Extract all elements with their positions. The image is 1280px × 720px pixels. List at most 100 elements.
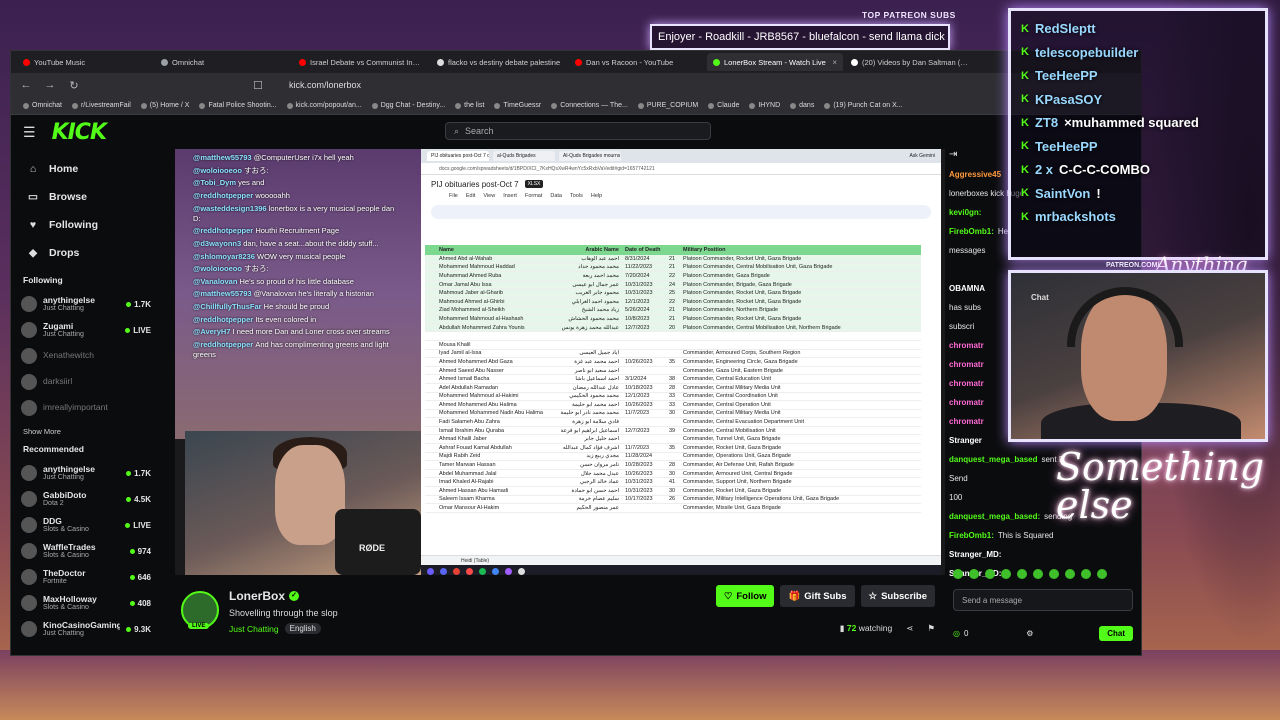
- video-player[interactable]: @matthew55793 @ComputerUser i7x hell yea…: [175, 149, 945, 575]
- emote-icon[interactable]: [1065, 569, 1075, 579]
- chat-message: @reddhotpepper Its even colored in: [193, 315, 403, 325]
- browser-tab[interactable]: Dan vs Racoon - YouTube: [569, 53, 705, 71]
- cell-date: 10/17/2023: [625, 496, 653, 503]
- emote-icon[interactable]: [1081, 569, 1091, 579]
- emote-icon[interactable]: [1033, 569, 1043, 579]
- browser-tab[interactable]: YouTube Music: [17, 53, 153, 71]
- chat-username[interactable]: OBAMNA: [949, 284, 985, 293]
- show-more-link[interactable]: Show More: [23, 427, 149, 436]
- bookmark-item[interactable]: kick.com/popout/an...: [286, 102, 362, 109]
- nav-label: Drops: [49, 247, 80, 259]
- channel-item[interactable]: TheDoctor Fortnite 646: [21, 564, 151, 590]
- reload-icon[interactable]: ↻: [67, 79, 81, 92]
- chat-send-button[interactable]: Chat: [1099, 625, 1133, 641]
- channel-item[interactable]: anythingelse Just Chatting 1.7K: [21, 291, 151, 317]
- gift-subs-button[interactable]: 🎁 Gift Subs: [780, 585, 855, 607]
- kick-logo[interactable]: KICK: [52, 120, 107, 145]
- cell-arabic: فادي سلامة ابو زهرة: [572, 419, 619, 426]
- share-icon[interactable]: ⋖: [906, 623, 913, 634]
- chat-username: @matthew55793: [193, 289, 254, 299]
- channel-item[interactable]: Xenathewitch: [21, 343, 151, 369]
- search-input[interactable]: ⌕ Search: [445, 122, 711, 140]
- chat-username[interactable]: chromatr: [949, 379, 984, 388]
- bookmark-item[interactable]: Claude: [708, 102, 739, 109]
- bookmark-item[interactable]: dans: [790, 102, 814, 109]
- browser-tab[interactable]: (20) Videos by Dan Saltman (@dan: [845, 53, 981, 71]
- subscribe-button[interactable]: ☆ Subscribe: [860, 585, 935, 607]
- chat-username[interactable]: danquest_mega_based: [949, 455, 1037, 464]
- follow-button[interactable]: ♡ Follow: [715, 585, 775, 607]
- follow-label: Follow: [736, 590, 767, 602]
- chat-text: すおろ:: [244, 165, 269, 175]
- streamer-name[interactable]: LonerBox ✓: [229, 589, 300, 603]
- avatar: [21, 322, 37, 338]
- channel-item[interactable]: MaxHolloway Slots & Casino 408: [21, 590, 151, 616]
- chat-username: @reddhotpepper: [193, 314, 256, 324]
- bookmark-item[interactable]: IHYND: [749, 102, 780, 109]
- bookmark-item[interactable]: Omnichat: [23, 102, 62, 109]
- channel-item[interactable]: imreallyimportant: [21, 395, 151, 421]
- browser-tab[interactable]: LonerBox Stream - Watch Live ×: [707, 53, 843, 71]
- chat-username[interactable]: Stranger_MD:: [949, 550, 1001, 559]
- menu-icon[interactable]: ☰: [23, 124, 36, 141]
- chat-username[interactable]: FirebOmb1:: [949, 531, 994, 540]
- bookmark-item[interactable]: Dgg Chat - Destiny...: [371, 102, 445, 109]
- bookmark-item[interactable]: r/LivestreamFail: [71, 102, 131, 109]
- channel-item[interactable]: GabbiDoto Dota 2 4.5K: [21, 486, 151, 512]
- chat-username[interactable]: FirebOmb1:: [949, 227, 994, 236]
- browser-tab[interactable]: Omnichat: [155, 53, 291, 71]
- emote-icon[interactable]: [969, 569, 979, 579]
- nav-browse[interactable]: ▭ Browse: [21, 183, 151, 211]
- emote-icon[interactable]: [1017, 569, 1027, 579]
- emote-icon[interactable]: [1001, 569, 1011, 579]
- chat-username[interactable]: chromatr: [949, 398, 984, 407]
- channel-item[interactable]: KinoCasinoGaming Just Chatting 9.3K: [21, 616, 151, 642]
- close-icon[interactable]: ×: [832, 58, 837, 67]
- chat-username[interactable]: Aggressive45: [949, 170, 1001, 179]
- bookmark-item[interactable]: the list: [455, 102, 484, 109]
- sheet-menu-item: Format: [524, 193, 543, 199]
- bookmark-icon[interactable]: ☐: [251, 79, 265, 92]
- chat-input[interactable]: Send a message: [953, 589, 1133, 611]
- app-icon: [505, 567, 512, 575]
- bookmark-item[interactable]: (5) Home / X: [140, 102, 189, 109]
- bookmark-item[interactable]: PURE_COPIUM: [637, 102, 698, 109]
- emote-icon[interactable]: [985, 569, 995, 579]
- language-tag[interactable]: English: [284, 623, 321, 634]
- channel-item[interactable]: WaffleTrades Slots & Casino 974: [21, 538, 151, 564]
- bookmarks-bar: Omnichat r/LivestreamFail (5) Home / X Fata…: [11, 97, 1141, 115]
- bookmark-item[interactable]: (19) Punch Cat on X...: [824, 102, 903, 109]
- settings-icon[interactable]: ⚙: [1026, 629, 1033, 638]
- browser-tab[interactable]: flacko vs destiny debate palestine: [431, 53, 567, 71]
- cell-name: Mohammed Mahmoud al-Hakimi: [439, 393, 519, 400]
- bookmark-item[interactable]: Fatal Police Shootin...: [199, 102, 277, 109]
- browser-window: YouTube Music Omnichat Israel Debate vs Co…: [10, 50, 1142, 656]
- nav-drops[interactable]: ◆ Drops: [21, 239, 151, 267]
- channel-item[interactable]: darksiirl: [21, 369, 151, 395]
- report-icon[interactable]: ⚑: [927, 623, 935, 634]
- address-field[interactable]: kick.com/lonerbox: [275, 80, 1133, 90]
- nav-home[interactable]: ⌂ Home: [21, 155, 151, 183]
- stream-category[interactable]: Just Chatting: [229, 624, 279, 634]
- emote-icon[interactable]: [953, 569, 963, 579]
- nav-following[interactable]: ♥ Following: [21, 211, 151, 239]
- emote-icon[interactable]: [1097, 569, 1107, 579]
- emote-icon[interactable]: [1049, 569, 1059, 579]
- forward-icon[interactable]: →: [43, 79, 57, 91]
- cell-age: 21: [669, 307, 676, 314]
- sheet-row: Saleem Issam Kharma سليم عصام خرمة 10/17/2…: [425, 496, 921, 505]
- browser-tab[interactable]: Israel Debate vs Communist Instant: [293, 53, 429, 71]
- stream-chat-overlay: @matthew55793 @ComputerUser i7x hell yea…: [193, 153, 403, 363]
- chat-username[interactable]: kevi0gn:: [949, 208, 981, 217]
- chat-username[interactable]: chromatr: [949, 341, 984, 350]
- chat-username[interactable]: chromatr: [949, 417, 984, 426]
- bookmark-item[interactable]: Connections — The...: [551, 102, 628, 109]
- channel-item[interactable]: DDG Slots & Casino LIVE: [21, 512, 151, 538]
- channel-item[interactable]: Zugami Just Chatting LIVE: [21, 317, 151, 343]
- back-icon[interactable]: ←: [19, 79, 33, 91]
- chat-username[interactable]: chromatr: [949, 360, 984, 369]
- channel-item[interactable]: anythingelse Just Chatting 1.7K: [21, 460, 151, 486]
- bookmark-item[interactable]: TimeGuessr: [494, 102, 541, 109]
- chat-username[interactable]: danquest_mega_based:: [949, 512, 1040, 521]
- chat-username[interactable]: Stranger: [949, 436, 982, 445]
